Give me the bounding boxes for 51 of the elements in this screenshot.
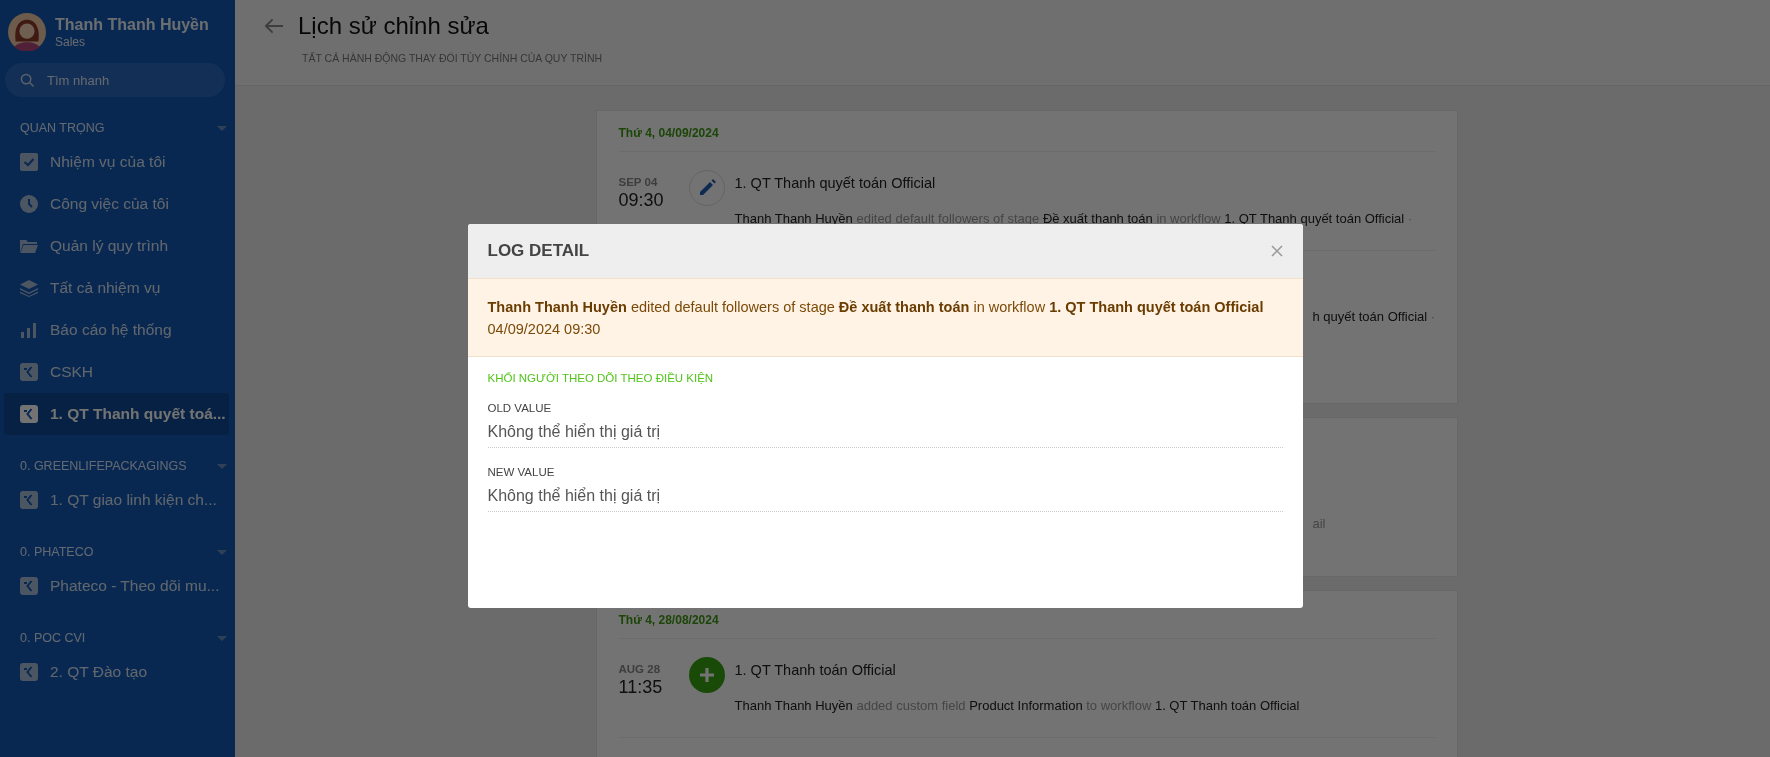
caret-icon[interactable] <box>217 547 227 557</box>
close-icon[interactable] <box>1270 245 1283 257</box>
nav-item[interactable]: 1. QT Thanh quyết toá... <box>4 393 229 435</box>
app-icon <box>20 491 38 509</box>
dialog-title: LOG DETAIL <box>487 241 590 261</box>
user-role: Sales <box>55 34 87 49</box>
back-arrow-icon[interactable] <box>265 18 284 34</box>
entry-time: 11:35 <box>618 677 664 698</box>
search-field[interactable]: Tìm nhanh <box>5 63 225 97</box>
nav-item[interactable]: Phateco - Theo dõi mu... <box>4 565 229 607</box>
plus-icon <box>688 657 725 693</box>
date-heading: Thứ 4, 04/09/2024 <box>618 111 1435 152</box>
section-title: 0. PHATECO <box>20 545 94 559</box>
section-title: 0. POC CVI <box>20 631 86 645</box>
avatar-icon[interactable] <box>8 13 46 51</box>
bar-chart-icon <box>20 321 38 339</box>
pencil-icon <box>688 170 725 206</box>
app-icon <box>20 405 38 423</box>
caret-icon[interactable] <box>217 633 227 643</box>
nav-item[interactable]: Tất cả nhiệm vụ <box>4 267 229 309</box>
field-value: Không thể hiển thị giá trị <box>487 414 1283 448</box>
log-summary: Thanh Thanh Huyền edited default followers of stage Đề xuất thanh toán in workflow 1. QT Thanh quyết toán Official 04/09/2024 09:30 <box>467 278 1303 357</box>
nav-item[interactable]: 1. QT giao linh kiện ch... <box>4 479 229 521</box>
nav-item[interactable]: CSKH <box>4 351 229 393</box>
field-value: Không thể hiển thị giá trị <box>487 478 1283 512</box>
clock-icon <box>20 195 38 213</box>
app-icon <box>20 663 38 681</box>
user-name: Thanh Thanh Huyền <box>55 15 209 34</box>
nav-item[interactable]: Công việc của tôi <box>4 183 229 225</box>
entry-time: 09:30 <box>618 190 665 211</box>
page-title: Lịch sử chỉnh sửa <box>298 12 489 40</box>
entry-title[interactable]: 1. QT Thanh quyết toán Official <box>734 175 1435 191</box>
nav-item[interactable]: Quản lý quy trình <box>4 225 229 267</box>
caret-icon[interactable] <box>217 461 227 471</box>
section-label: KHỐI NGƯỜI THEO DÕI THEO ĐIỀU KIỆN <box>487 372 715 384</box>
search-icon <box>20 73 35 88</box>
checkbox-icon <box>20 153 38 171</box>
nav-item[interactable]: Nhiệm vụ của tôi <box>4 141 229 183</box>
layers-icon <box>20 279 38 297</box>
caret-icon[interactable] <box>217 123 227 133</box>
nav-item[interactable]: 2. QT Đào tạo <box>4 651 229 693</box>
entry-title[interactable]: 1. QT Thanh toán Official <box>734 662 1435 678</box>
folder-icon <box>20 237 38 255</box>
section-title: QUAN TRỌNG <box>20 121 105 135</box>
app-icon <box>20 363 38 381</box>
app-icon <box>20 577 38 595</box>
entry-description: h quyết toán Official · <box>1312 309 1436 324</box>
section-title: 0. GREENLIFEPACKAGINGS <box>20 459 187 473</box>
nav-item[interactable]: Báo cáo hệ thống <box>4 309 229 351</box>
field-label: OLD VALUE <box>487 402 553 414</box>
field-label: NEW VALUE <box>487 466 556 478</box>
